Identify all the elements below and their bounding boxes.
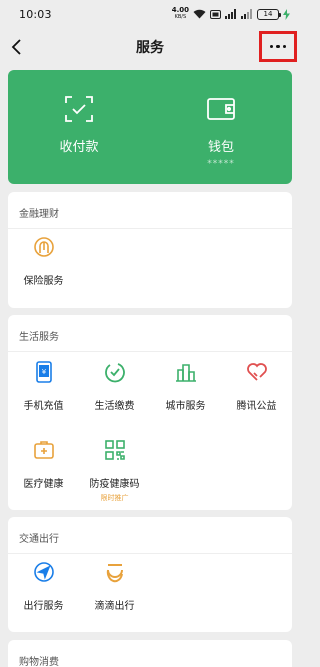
status-bar: 10:03 4.00 KB/S 14 xyxy=(0,0,300,28)
divider xyxy=(8,351,292,352)
health-code-label: 防疫健康码 xyxy=(89,479,140,490)
charity-heart-icon xyxy=(246,361,268,383)
more-options-button[interactable] xyxy=(259,31,297,62)
phone-recharge-icon: ¥ xyxy=(33,361,55,383)
wallet-button[interactable]: 钱包 ***** xyxy=(150,70,292,184)
tencent-charity-label: 腾讯公益 xyxy=(236,401,277,412)
phone-recharge-button[interactable]: ¥ 手机充值 xyxy=(8,361,79,412)
city-service-button[interactable]: 城市服务 xyxy=(150,361,221,412)
section-life-services: 生活服务 ¥ 手机充值 生活缴费 城市服务 腾讯公益 医疗健康 防疫健康码 限时… xyxy=(8,315,292,510)
section-title: 交通出行 xyxy=(19,534,59,545)
signal-icon-1 xyxy=(225,9,237,19)
charging-icon xyxy=(283,8,290,20)
svg-text:¥: ¥ xyxy=(41,368,46,376)
section-title: 生活服务 xyxy=(19,332,59,343)
travel-icon xyxy=(33,561,55,583)
didi-button[interactable]: 滴滴出行 xyxy=(79,561,150,612)
wallet-card: 收付款 钱包 ***** xyxy=(8,70,292,184)
travel-service-label: 出行服务 xyxy=(23,601,64,612)
travel-service-button[interactable]: 出行服务 xyxy=(8,561,79,612)
more-dot-icon xyxy=(282,44,287,49)
didi-label: 滴滴出行 xyxy=(94,601,135,612)
status-icons: 4.00 KB/S 14 xyxy=(172,7,290,21)
hd-icon xyxy=(210,9,221,19)
divider xyxy=(8,228,292,229)
page-title: 服务 xyxy=(136,40,164,56)
wallet-balance-masked: ***** xyxy=(207,159,235,169)
section-finance: 金融理财 保险服务 xyxy=(8,192,292,308)
city-service-icon xyxy=(175,361,197,383)
medical-icon xyxy=(33,439,55,461)
utility-bill-icon xyxy=(104,361,126,383)
section-title: 购物消费 xyxy=(19,657,59,667)
scan-pay-icon xyxy=(65,96,93,126)
net-speed-value: 4.00 xyxy=(171,6,189,14)
phone-recharge-label: 手机充值 xyxy=(23,401,64,412)
didi-icon xyxy=(104,561,126,583)
more-dot-icon xyxy=(276,44,280,49)
section-shopping: 购物消费 xyxy=(8,640,292,667)
utility-bill-label: 生活缴费 xyxy=(94,401,135,412)
signal-icon-2 xyxy=(241,9,253,19)
back-icon[interactable] xyxy=(8,37,28,57)
medical-health-button[interactable]: 医疗健康 xyxy=(8,439,79,490)
divider xyxy=(8,553,292,554)
insurance-service-label: 保险服务 xyxy=(23,276,64,287)
battery-level: 14 xyxy=(263,10,273,18)
section-transport: 交通出行 出行服务 滴滴出行 xyxy=(8,517,292,632)
status-time: 10:03 xyxy=(19,7,52,21)
network-speed: 4.00 KB/S xyxy=(172,7,189,21)
net-speed-unit: KB/S xyxy=(174,14,187,20)
wallet-icon xyxy=(207,96,235,126)
insurance-service-button[interactable]: 保险服务 xyxy=(8,236,79,287)
health-code-icon xyxy=(104,439,126,461)
battery-icon: 14 xyxy=(257,8,281,20)
city-service-label: 城市服务 xyxy=(165,401,206,412)
wifi-icon xyxy=(193,9,206,19)
tencent-charity-button[interactable]: 腾讯公益 xyxy=(221,361,292,412)
utility-bill-button[interactable]: 生活缴费 xyxy=(79,361,150,412)
promo-tag: 限时推广 xyxy=(100,494,129,502)
health-code-button[interactable]: 防疫健康码 限时推广 xyxy=(79,439,150,503)
medical-health-label: 医疗健康 xyxy=(23,479,64,490)
nav-bar: 服务 xyxy=(0,28,300,66)
pay-receive-button[interactable]: 收付款 xyxy=(8,70,150,184)
wallet-label: 钱包 xyxy=(207,140,234,155)
pay-receive-label: 收付款 xyxy=(59,140,99,155)
more-dot-icon xyxy=(269,44,274,49)
insurance-icon xyxy=(33,236,55,258)
section-title: 金融理财 xyxy=(19,209,59,220)
